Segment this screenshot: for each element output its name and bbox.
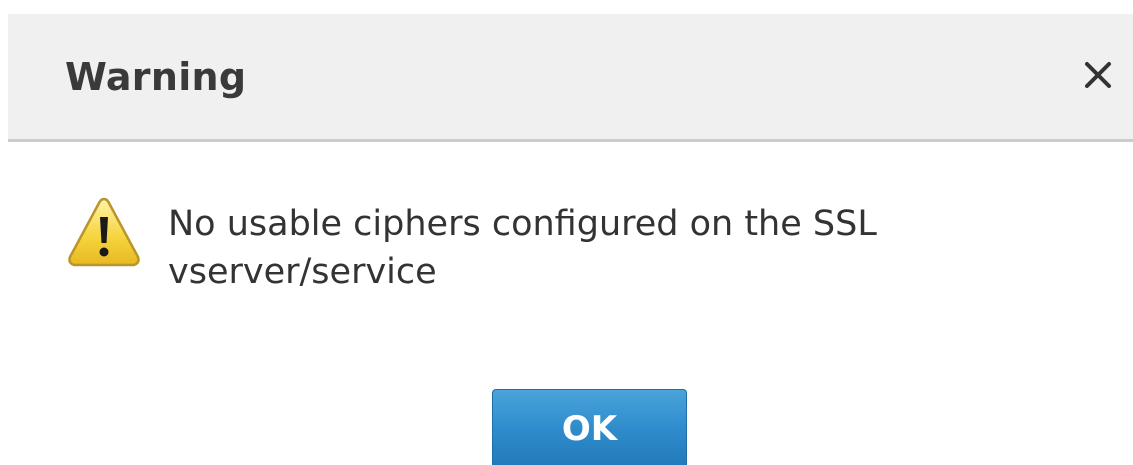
warning-message-line-1: No usable ciphers configured on the SSL [168,204,877,244]
close-icon [1085,62,1111,88]
dialog-header: Warning [8,14,1133,142]
warning-message: No usable ciphers configured on the SSL … [168,200,1028,296]
message-row: No usable ciphers configured on the SSL … [66,195,1066,295]
close-button[interactable] [1073,50,1123,100]
warning-dialog: Warning No usable ciphers configured on … [0,0,1133,465]
warning-triangle-icon [68,197,140,267]
ok-button[interactable]: OK [492,389,687,465]
warning-message-line-2: vserver/service [168,252,437,292]
dialog-title: Warning [65,55,247,99]
